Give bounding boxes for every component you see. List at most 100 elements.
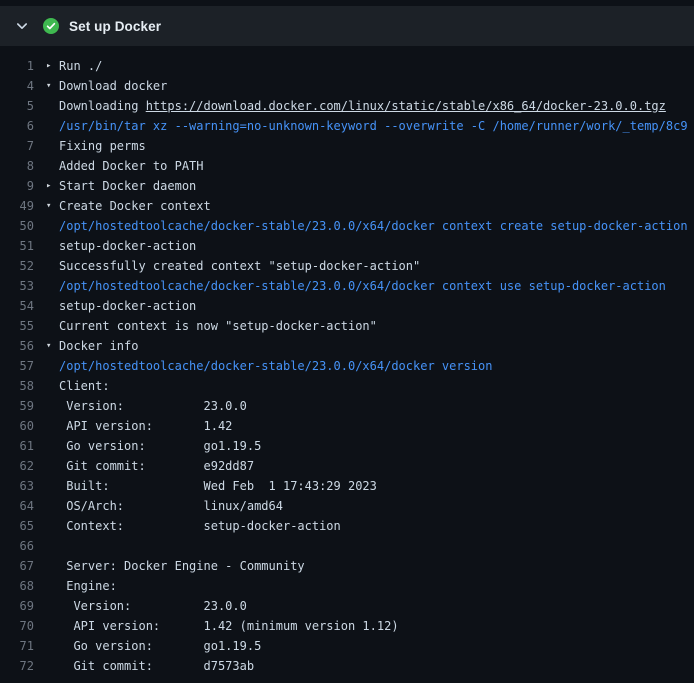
log-line[interactable]: 56▾Docker info — [0, 336, 694, 356]
log-text: /usr/bin/tar xz --warning=no-unknown-key… — [59, 116, 688, 136]
log-text: Git commit: e92dd87 — [59, 456, 254, 476]
log-plain-text: Context: setup-docker-action — [59, 519, 341, 533]
log-plain-text: Version: 23.0.0 — [59, 399, 247, 413]
log-line: 67 Server: Docker Engine - Community — [0, 556, 694, 576]
log-plain-text: API version: 1.42 (minimum version 1.12) — [59, 619, 399, 633]
log-line: 55 Current context is now "setup-docker-a… — [0, 316, 694, 336]
log-plain-text: Engine: — [59, 579, 117, 593]
line-number[interactable]: 9 — [0, 176, 46, 196]
line-number[interactable]: 68 — [0, 576, 46, 596]
line-number[interactable]: 6 — [0, 116, 46, 136]
line-number[interactable]: 50 — [0, 216, 46, 236]
log-plain-text: Server: Docker Engine - Community — [59, 559, 305, 573]
arrow-slot — [46, 456, 59, 476]
line-number[interactable]: 1 — [0, 56, 46, 76]
log-link[interactable]: https://download.docker.com/linux/static… — [146, 99, 666, 113]
line-number[interactable]: 61 — [0, 436, 46, 456]
arrow-slot — [46, 136, 59, 156]
line-number[interactable]: 72 — [0, 656, 46, 676]
log-line: 64 OS/Arch: linux/amd64 — [0, 496, 694, 516]
line-number[interactable]: 7 — [0, 136, 46, 156]
group-expanded-icon[interactable]: ▾ — [46, 196, 59, 216]
log-plain-text: Git commit: d7573ab — [59, 659, 254, 673]
log-plain-text: Built: Wed Feb 1 17:43:29 2023 — [59, 479, 377, 493]
line-number[interactable]: 57 — [0, 356, 46, 376]
log-body: 1▸Run ./4▾Download docker5Downloading ht… — [0, 46, 694, 676]
log-line[interactable]: 1▸Run ./ — [0, 56, 694, 76]
group-collapsed-icon[interactable]: ▸ — [46, 56, 59, 76]
log-text: Go version: go1.19.5 — [59, 636, 261, 656]
log-text: Added Docker to PATH — [59, 156, 204, 176]
log-line: 8 Added Docker to PATH — [0, 156, 694, 176]
line-number[interactable]: 65 — [0, 516, 46, 536]
arrow-slot — [46, 156, 59, 176]
group-expanded-icon[interactable]: ▾ — [46, 336, 59, 356]
log-text: setup-docker-action — [59, 236, 196, 256]
line-number[interactable]: 53 — [0, 276, 46, 296]
log-text: Fixing perms — [59, 136, 146, 156]
log-command: /opt/hostedtoolcache/docker-stable/23.0.… — [59, 359, 492, 373]
line-number[interactable]: 5 — [0, 96, 46, 116]
log-text: API version: 1.42 — [59, 416, 232, 436]
log-plain-text: Client: — [59, 379, 110, 393]
group-collapsed-icon[interactable]: ▸ — [46, 176, 59, 196]
log-text: Start Docker daemon — [59, 176, 196, 196]
log-plain-text: Fixing perms — [59, 139, 146, 153]
log-line: 58 Client: — [0, 376, 694, 396]
chevron-down-icon[interactable] — [14, 18, 30, 34]
log-plain-text: Git commit: e92dd87 — [59, 459, 254, 473]
log-text: Built: Wed Feb 1 17:43:29 2023 — [59, 476, 377, 496]
line-number[interactable]: 64 — [0, 496, 46, 516]
log-line: 60 API version: 1.42 — [0, 416, 694, 436]
log-command: /opt/hostedtoolcache/docker-stable/23.0.… — [59, 219, 688, 233]
arrow-slot — [46, 96, 59, 116]
line-number[interactable]: 63 — [0, 476, 46, 496]
line-number[interactable]: 8 — [0, 156, 46, 176]
line-number[interactable]: 70 — [0, 616, 46, 636]
line-number[interactable]: 58 — [0, 376, 46, 396]
line-number[interactable]: 54 — [0, 296, 46, 316]
log-line: 72 Git commit: d7573ab — [0, 656, 694, 676]
line-number[interactable]: 49 — [0, 196, 46, 216]
line-number[interactable]: 71 — [0, 636, 46, 656]
log-line: 52Successfully created context "setup-do… — [0, 256, 694, 276]
line-number[interactable]: 66 — [0, 536, 46, 556]
log-text: API version: 1.42 (minimum version 1.12) — [59, 616, 399, 636]
log-line[interactable]: 49▾Create Docker context — [0, 196, 694, 216]
log-line: 59 Version: 23.0.0 — [0, 396, 694, 416]
line-number[interactable]: 59 — [0, 396, 46, 416]
log-line[interactable]: 9▸Start Docker daemon — [0, 176, 694, 196]
line-number[interactable]: 62 — [0, 456, 46, 476]
log-line: 6/usr/bin/tar xz --warning=no-unknown-ke… — [0, 116, 694, 136]
line-number[interactable]: 60 — [0, 416, 46, 436]
log-text: Git commit: d7573ab — [59, 656, 254, 676]
group-expanded-icon[interactable]: ▾ — [46, 76, 59, 96]
arrow-slot — [46, 296, 59, 316]
log-line: 57/opt/hostedtoolcache/docker-stable/23.… — [0, 356, 694, 376]
line-number[interactable]: 4 — [0, 76, 46, 96]
line-number[interactable]: 67 — [0, 556, 46, 576]
arrow-slot — [46, 596, 59, 616]
log-text: OS/Arch: linux/amd64 — [59, 496, 283, 516]
log-command: /usr/bin/tar xz --warning=no-unknown-key… — [59, 119, 688, 133]
line-number[interactable]: 52 — [0, 256, 46, 276]
line-number[interactable]: 56 — [0, 336, 46, 356]
log-plain-text: Current context is now "setup-docker-act… — [59, 319, 377, 333]
arrow-slot — [46, 476, 59, 496]
arrow-slot — [46, 656, 59, 676]
log-line: 71 Go version: go1.19.5 — [0, 636, 694, 656]
log-line: 68 Engine: — [0, 576, 694, 596]
log-plain-text: Download docker — [59, 79, 167, 93]
line-number[interactable]: 51 — [0, 236, 46, 256]
log-line: 66 — [0, 536, 694, 556]
step-header[interactable]: Set up Docker — [0, 6, 694, 46]
log-text: Create Docker context — [59, 196, 211, 216]
log-plain-text: Create Docker context — [59, 199, 211, 213]
log-line[interactable]: 4▾Download docker — [0, 76, 694, 96]
log-text: Version: 23.0.0 — [59, 396, 247, 416]
log-text: Download docker — [59, 76, 167, 96]
log-text: Downloading https://download.docker.com/… — [59, 96, 666, 116]
line-number[interactable]: 69 — [0, 596, 46, 616]
line-number[interactable]: 55 — [0, 316, 46, 336]
log-line: 65 Context: setup-docker-action — [0, 516, 694, 536]
